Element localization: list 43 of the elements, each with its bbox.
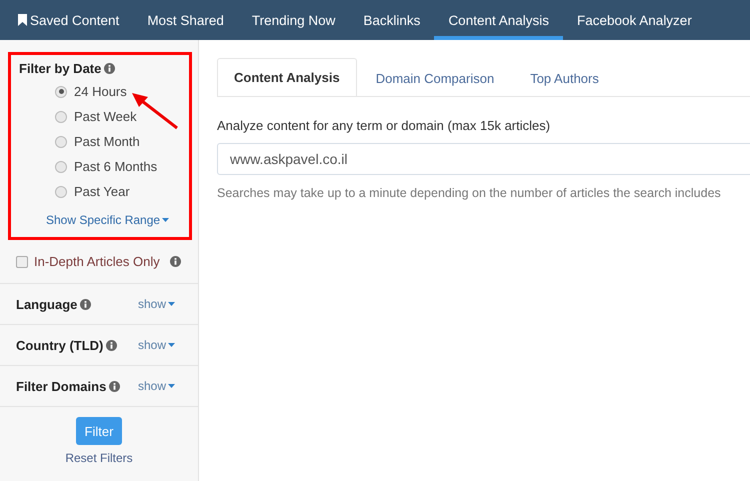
checkbox-label: In-Depth Articles Only xyxy=(34,254,160,269)
nav-tab[interactable]: Backlinks xyxy=(349,0,434,40)
info-icon xyxy=(106,340,118,350)
tab[interactable]: Domain Comparison xyxy=(358,58,512,97)
radio-button[interactable] xyxy=(55,186,67,198)
caret-icon xyxy=(162,218,170,222)
radio-label: Past Year xyxy=(74,184,130,199)
radio-button[interactable] xyxy=(55,86,67,98)
section-title: Language xyxy=(16,296,78,312)
range-link[interactable]: Show Specific Range xyxy=(46,213,170,227)
radio-button[interactable] xyxy=(55,110,67,122)
section-title: Country (TLD) xyxy=(16,338,104,352)
info-icon xyxy=(170,256,181,267)
caret-icon xyxy=(168,302,175,306)
reset-link[interactable]: Reset Filters xyxy=(65,451,133,465)
radio-button[interactable] xyxy=(55,136,67,148)
radio-label: Past Week xyxy=(74,109,137,124)
caret-icon xyxy=(168,384,175,388)
info-icon xyxy=(80,298,92,310)
nav-tab[interactable]: Content Analysis xyxy=(434,0,563,40)
show-toggle[interactable]: show xyxy=(138,379,175,393)
caret-icon xyxy=(168,343,175,347)
info-icon xyxy=(109,380,120,392)
show-toggle[interactable]: show xyxy=(138,297,175,311)
radio-button[interactable] xyxy=(55,160,67,172)
nav-tab[interactable]: Saved Content xyxy=(4,0,134,40)
checkbox[interactable] xyxy=(16,256,28,268)
radio-label: Past Month xyxy=(74,134,140,149)
tab[interactable]: Top Authors xyxy=(513,58,616,97)
nav-tab[interactable]: Most Shared xyxy=(133,0,238,40)
show-toggle[interactable]: show xyxy=(138,338,175,352)
hint-text: Searches may take up to a minute depending on the number of articles the search includes xyxy=(217,186,722,200)
section-title: Filter by Date xyxy=(19,61,102,76)
tab[interactable]: Content Analysis xyxy=(217,58,357,96)
search-field[interactable]: www.askpavel.co.il xyxy=(217,143,750,175)
info-icon xyxy=(104,63,116,74)
nav-tab[interactable]: Trending Now xyxy=(238,0,350,40)
section-title: Filter Domains xyxy=(16,378,106,394)
bookmark-icon xyxy=(18,14,27,26)
radio-label: Past 6 Months xyxy=(74,159,158,174)
prompt-text: Analyze content for any term or domain (max 15k articles) xyxy=(217,118,552,133)
radio-label: 24 Hours xyxy=(74,84,127,99)
nav-tab[interactable]: Facebook Analyzer xyxy=(563,0,706,40)
